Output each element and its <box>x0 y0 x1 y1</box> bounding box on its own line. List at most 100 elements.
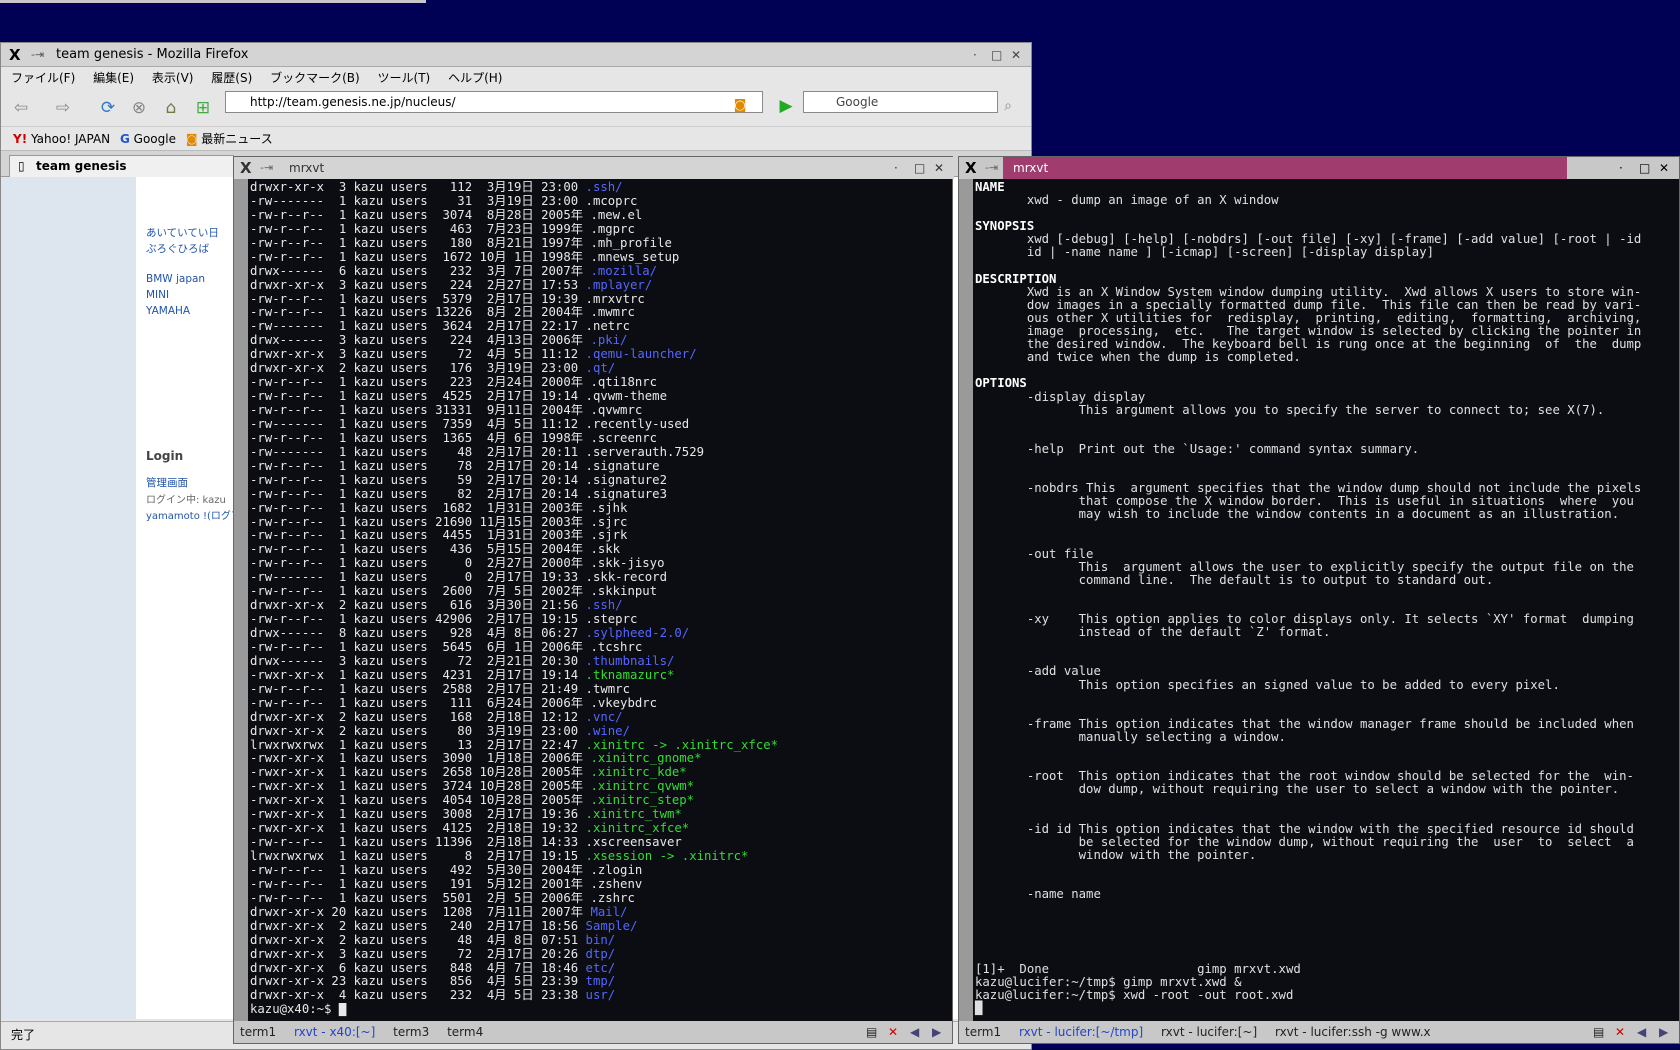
terminal-titlebar[interactable]: X -⇥ mrxvt · □ ✕ <box>959 157 1679 179</box>
pin-icon[interactable]: -⇥ <box>260 157 273 179</box>
ls-line: -rw-r--r-- 1 kazu users 4525 2月17日 19:14… <box>250 390 667 404</box>
minimize-icon[interactable]: · <box>1619 157 1623 179</box>
prev-tab-icon[interactable]: ◀ <box>1637 1021 1646 1043</box>
tab-term1[interactable]: term1 <box>965 1025 1001 1039</box>
desktop-top-bar <box>0 0 426 3</box>
maximize-icon[interactable]: □ <box>914 157 925 179</box>
cursor[interactable]: █ <box>975 1002 1301 1015</box>
man-line: -display display <box>975 389 1146 404</box>
man-line: xwd - dump an image of an X window <box>975 193 1279 208</box>
menu-view[interactable]: 表示(V) <box>152 71 194 85</box>
link-bmw-japan[interactable]: BMW japan <box>146 273 205 285</box>
forward-icon[interactable]: ⇨ <box>51 97 75 119</box>
ls-line: -rw-r--r-- 1 kazu users 180 8月21日 1997年 … <box>250 236 672 250</box>
back-icon[interactable]: ⇦ <box>9 97 33 119</box>
ls-line: -rwxr-xr-x 1 kazu users 4054 10月28日 2005… <box>250 794 695 808</box>
x-logo-icon[interactable]: X <box>9 43 21 67</box>
ls-line: -rw-r--r-- 1 kazu users 436 5月15日 2004年 … <box>250 543 621 557</box>
ls-line: drwx------ 6 kazu users 232 3月 7日 2007年 … <box>250 264 658 278</box>
link-yamaha[interactable]: YAMAHA <box>146 305 190 317</box>
home-icon[interactable]: ⌂ <box>159 97 183 119</box>
link-blog-hiroba[interactable]: ぶろぐひろば <box>146 241 209 256</box>
ls-line: lrwxrwxrwx 1 kazu users 8 2月17日 19:15 .x… <box>250 850 749 863</box>
prev-tab-icon[interactable]: ◀ <box>910 1021 919 1043</box>
firefox-titlebar[interactable]: X -⇥ team genesis - Mozilla Firefox · □ … <box>1 43 1031 67</box>
man-line: instead of the default `Z' format. <box>975 625 1331 640</box>
stop-icon[interactable]: ⊗ <box>127 97 151 119</box>
ls-line: -rw-r--r-- 1 kazu users 11396 2月18日 14:3… <box>250 836 682 850</box>
man-line <box>975 862 1641 875</box>
maximize-icon[interactable]: □ <box>991 43 1002 67</box>
tab-team-genesis[interactable]: ▯ team genesis <box>9 155 234 177</box>
bookmark-google[interactable]: Google <box>134 132 176 146</box>
menu-edit[interactable]: 編集(E) <box>93 71 134 85</box>
tab-term1[interactable]: term1 <box>240 1025 276 1039</box>
bookmark-news[interactable]: 最新ニュース <box>201 132 272 146</box>
link-aiteiteiu[interactable]: あいていてい日 <box>146 225 219 240</box>
pin-icon[interactable]: -⇥ <box>31 43 44 67</box>
search-input[interactable]: Google <box>803 91 998 113</box>
x-logo-icon[interactable]: X <box>240 157 252 179</box>
reload-icon[interactable]: ⟳ <box>96 97 120 119</box>
man-line <box>975 207 1641 220</box>
man-line <box>975 587 1641 600</box>
tab-term4[interactable]: term4 <box>447 1025 483 1039</box>
ls-line: drwxr-xr-x 23 kazu users 856 4月 5日 23:39… <box>250 975 616 989</box>
maximize-icon[interactable]: □ <box>1639 157 1650 179</box>
menu-history[interactable]: 履歴(S) <box>211 71 252 85</box>
man-line <box>975 417 1641 430</box>
tab-rxvt-lucifer-ssh[interactable]: rxvt - lucifer:ssh -g www.x <box>1275 1025 1431 1039</box>
terminal-menu-icon[interactable]: ▤ <box>866 1021 877 1043</box>
terminal-titlebar[interactable]: X -⇥ mrxvt · □ ✕ <box>234 157 954 179</box>
ls-line: drwx------ 3 kazu users 72 2月21日 20:30 .… <box>250 654 675 668</box>
minimize-icon[interactable]: · <box>973 43 977 67</box>
next-tab-icon[interactable]: ▶ <box>1659 1021 1668 1043</box>
tab-rxvt-lucifer-home[interactable]: rxvt - lucifer:[~] <box>1161 1025 1257 1039</box>
menu-tools[interactable]: ツール(T) <box>378 71 431 85</box>
page-icon: ▯ <box>18 159 25 173</box>
tab-rxvt-lucifer-tmp[interactable]: rxvt - lucifer:[~/tmp] <box>1019 1025 1143 1039</box>
url-input[interactable]: http://team.genesis.ne.jp/nucleus/ <box>225 91 763 113</box>
terminal-title: mrxvt <box>1003 157 1567 179</box>
close-icon[interactable]: ✕ <box>934 157 944 179</box>
rss-icon[interactable]: ◙ <box>728 95 752 117</box>
go-icon[interactable]: ▶ <box>774 95 798 117</box>
ls-line: drwx------ 8 kazu users 928 4月 8日 06:27 … <box>250 627 690 640</box>
ls-line: -rw------- 1 kazu users 7359 4月 5日 11:12… <box>250 417 690 431</box>
menu-file[interactable]: ファイル(F) <box>11 71 75 85</box>
ls-line: -rw-r--r-- 1 kazu users 2588 2月17日 21:49… <box>250 682 630 696</box>
search-icon[interactable]: ⌕ <box>996 95 1020 117</box>
next-tab-icon[interactable]: ▶ <box>932 1021 941 1043</box>
shell-prompt[interactable]: kazu@x40:~$ █ <box>250 1003 778 1017</box>
scrollbar[interactable] <box>959 179 973 1021</box>
close-icon[interactable]: ✕ <box>1011 43 1021 67</box>
tab-rxvt-x40[interactable]: rxvt - x40:[~] <box>294 1025 375 1039</box>
rss-feed-icon: ◙ <box>185 132 198 146</box>
ls-line: -rw------- 1 kazu users 48 2月17日 20:11 .… <box>250 445 705 459</box>
man-line <box>975 521 1641 534</box>
tab-term3[interactable]: term3 <box>393 1025 429 1039</box>
close-tab-icon[interactable]: ✕ <box>1615 1021 1625 1043</box>
close-icon[interactable]: ✕ <box>1659 157 1669 179</box>
admin-link[interactable]: 管理画面 <box>146 475 188 490</box>
scrollbar[interactable] <box>234 179 248 1021</box>
link-mini[interactable]: MINI <box>146 289 169 301</box>
terminal-window-x40[interactable]: X -⇥ mrxvt · □ ✕ drwxr-xr-x 3 kazu users… <box>233 156 954 1044</box>
close-tab-icon[interactable]: ✕ <box>888 1021 898 1043</box>
logout-link[interactable]: yamamoto !(ログア <box>146 507 241 522</box>
pin-icon[interactable]: -⇥ <box>985 157 998 179</box>
man-line: id | -name name ] [-icmap] [-screen] [-d… <box>975 245 1435 260</box>
man-line <box>975 705 1641 718</box>
terminal-window-lucifer[interactable]: X -⇥ mrxvt · □ ✕ NAME xwd - dump an imag… <box>958 156 1680 1044</box>
ls-line: lrwxrwxrwx 1 kazu users 13 2月17日 22:47 .… <box>250 738 779 752</box>
x-logo-icon[interactable]: X <box>965 157 977 179</box>
terminal-menu-icon[interactable]: ▤ <box>1593 1021 1604 1043</box>
man-line: -id id This option indicates that the wi… <box>975 821 1634 836</box>
terminal-tab-bar: term1 rxvt - lucifer:[~/tmp] rxvt - luci… <box>959 1021 1679 1043</box>
shell-output: [1]+ Done gimp mrxvt.xwd kazu@lucifer:~/t… <box>975 962 1301 1015</box>
bookmark-yahoo[interactable]: Yahoo! JAPAN <box>31 132 110 146</box>
minimize-icon[interactable]: · <box>894 157 898 179</box>
new-tab-icon[interactable]: ⊞ <box>191 97 215 119</box>
menu-bookmarks[interactable]: ブックマーク(B) <box>270 71 360 85</box>
menu-help[interactable]: ヘルプ(H) <box>448 71 502 85</box>
